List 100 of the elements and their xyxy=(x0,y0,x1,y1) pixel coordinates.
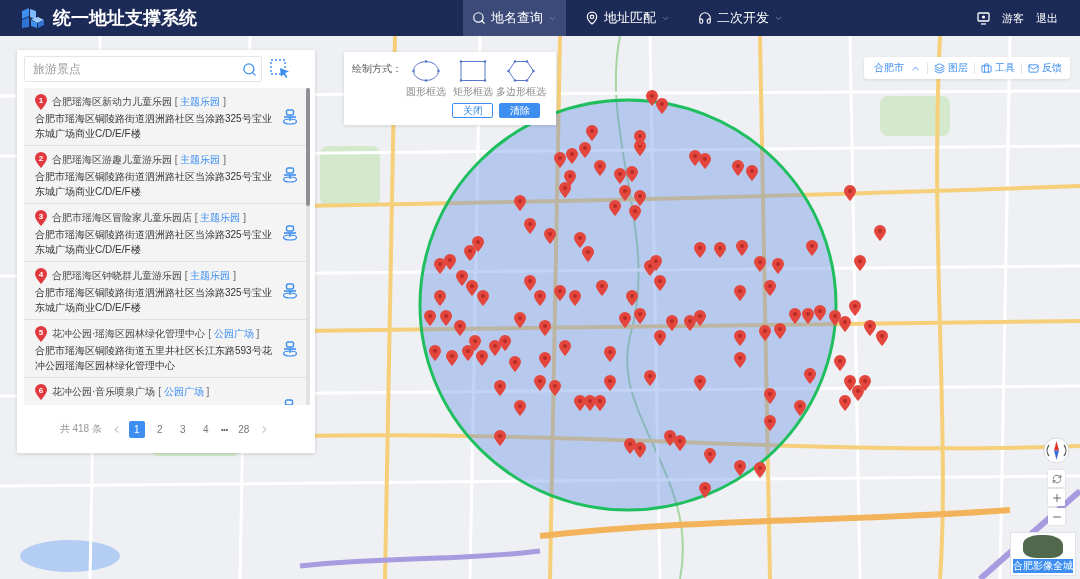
number-marker: 6 xyxy=(35,384,47,400)
page-button[interactable]: 3 xyxy=(174,420,191,438)
result-address: 合肥市瑶海区铜陵路街道五里井社区长江东路593号花冲公园瑶海区园林绿化管理中心 xyxy=(35,344,273,373)
compass-button[interactable] xyxy=(1043,437,1070,464)
locate-icon[interactable] xyxy=(282,341,298,357)
box-select-button[interactable] xyxy=(270,59,290,79)
category-link[interactable]: 公园广场 xyxy=(163,386,204,397)
close-button[interactable]: 关闭 xyxy=(452,103,493,118)
number-marker: 3 xyxy=(35,210,47,226)
map-pin-icon xyxy=(734,330,746,346)
draw-mode-button[interactable]: 圆形框选 xyxy=(402,60,449,99)
clear-button[interactable]: 清除 xyxy=(499,103,540,118)
locate-icon[interactable] xyxy=(282,283,298,299)
city-selector[interactable]: 合肥市 xyxy=(874,61,904,75)
hexagon-icon xyxy=(507,60,535,82)
user-link[interactable]: 游客 xyxy=(1002,10,1024,26)
map-pin-icon xyxy=(626,166,638,182)
map-pin-icon xyxy=(764,415,776,431)
reset-button[interactable] xyxy=(1048,470,1065,487)
basemap-switcher[interactable]: 合肥影像全城 xyxy=(1010,532,1076,576)
search-icon xyxy=(241,61,257,77)
category-link[interactable]: 主题乐园 xyxy=(180,96,221,107)
map-pin-icon xyxy=(806,240,818,256)
map-pin-icon xyxy=(656,98,668,114)
map-pin-icon xyxy=(634,190,646,206)
map-pin-icon xyxy=(554,285,566,301)
map-pin-icon xyxy=(554,152,566,168)
category-link[interactable]: 公园广场 xyxy=(213,328,254,339)
map-pin-icon xyxy=(829,310,841,326)
map-pin-icon xyxy=(704,448,716,464)
map-pin-icon xyxy=(734,352,746,368)
category-link[interactable]: 主题乐园 xyxy=(180,154,221,165)
map-pin-icon xyxy=(634,442,646,458)
search-field[interactable]: 旅游景点 xyxy=(24,56,262,82)
nav-tab[interactable]: 地址匹配 xyxy=(576,0,679,36)
map-pin-icon xyxy=(614,168,626,184)
result-title: 花冲公园·瑶海区园林绿化管理中心 [ 公园广场 ] xyxy=(52,327,260,341)
map-pin-icon xyxy=(456,270,468,286)
map-pin-icon xyxy=(802,308,814,324)
map-pin-icon xyxy=(674,435,686,451)
zoom-out-button[interactable] xyxy=(1048,508,1065,525)
number-marker: 5 xyxy=(35,326,47,342)
map-pin-icon xyxy=(434,258,446,274)
toolbar-button[interactable]: 图层 xyxy=(934,61,968,75)
map-pin-icon xyxy=(524,275,536,291)
toolbar-button[interactable]: 反馈 xyxy=(1028,61,1062,75)
search-icon xyxy=(472,11,486,25)
nav-tab[interactable]: 二次开发 xyxy=(689,0,792,36)
map-pin-icon xyxy=(472,236,484,252)
toolbar-button[interactable]: 工具 xyxy=(981,61,1015,75)
locate-icon[interactable] xyxy=(282,167,298,183)
result-title: 合肥瑶海区钟晓群儿童游乐园 [ 主题乐园 ] xyxy=(52,269,236,283)
monitor-icon[interactable] xyxy=(977,11,990,25)
map-pin-icon xyxy=(494,430,506,446)
map-pin-icon xyxy=(534,290,546,306)
page-button[interactable]: 1 xyxy=(128,420,145,438)
mail-icon xyxy=(1028,62,1039,74)
map-pin-icon xyxy=(814,305,826,321)
location-pin-icon xyxy=(585,11,599,25)
map-pin-icon xyxy=(699,153,711,169)
map-pin-icon xyxy=(539,320,551,336)
map-pin-icon xyxy=(864,320,876,336)
map-pin-icon xyxy=(684,315,696,331)
map-pin-icon xyxy=(876,330,888,346)
map-pin-icon xyxy=(544,228,556,244)
logout-link[interactable]: 退出 xyxy=(1036,10,1058,26)
map-pin-icon xyxy=(604,346,616,362)
nav-tab[interactable]: 地名查询 xyxy=(463,0,566,36)
page-button[interactable]: 28 xyxy=(235,420,253,438)
map-pin-icon xyxy=(429,345,441,361)
number-marker: 1 xyxy=(35,94,47,110)
map-pin-icon xyxy=(569,290,581,306)
map-pin-icon xyxy=(574,395,586,411)
page-button[interactable]: 4 xyxy=(197,420,214,438)
map-pin-icon xyxy=(424,310,436,326)
page-button[interactable]: 2 xyxy=(151,420,168,438)
map-pin-icon xyxy=(654,330,666,346)
map-pin-icon xyxy=(494,380,506,396)
category-link[interactable]: 主题乐园 xyxy=(200,212,241,223)
draw-mode-button[interactable]: 矩形框选 xyxy=(449,60,496,99)
map-pin-icon xyxy=(559,340,571,356)
result-title: 合肥市瑶海区冒险家儿童乐园店 [ 主题乐园 ] xyxy=(52,211,246,225)
scrollbar[interactable] xyxy=(306,88,310,405)
map-pin-icon xyxy=(586,125,598,141)
map-pin-icon xyxy=(514,400,526,416)
search-button[interactable] xyxy=(241,61,257,77)
category-link[interactable]: 主题乐园 xyxy=(190,270,231,281)
box-select-icon xyxy=(270,59,290,79)
zoom-in-button[interactable] xyxy=(1048,489,1065,506)
result-title: 合肥瑶海区新动力儿童乐园 [ 主题乐园 ] xyxy=(52,95,226,109)
ellipse-icon xyxy=(411,60,440,82)
plus-icon xyxy=(1050,491,1063,504)
locate-icon[interactable] xyxy=(282,225,298,241)
map-pin-icon xyxy=(477,290,489,306)
map-pin-icon xyxy=(852,385,864,401)
map-pin-icon xyxy=(566,148,578,164)
draw-mode-button[interactable]: 多边形框选 xyxy=(496,60,546,99)
map-pin-icon xyxy=(634,308,646,324)
map-pin-icon xyxy=(434,290,446,306)
locate-icon[interactable] xyxy=(282,109,298,125)
